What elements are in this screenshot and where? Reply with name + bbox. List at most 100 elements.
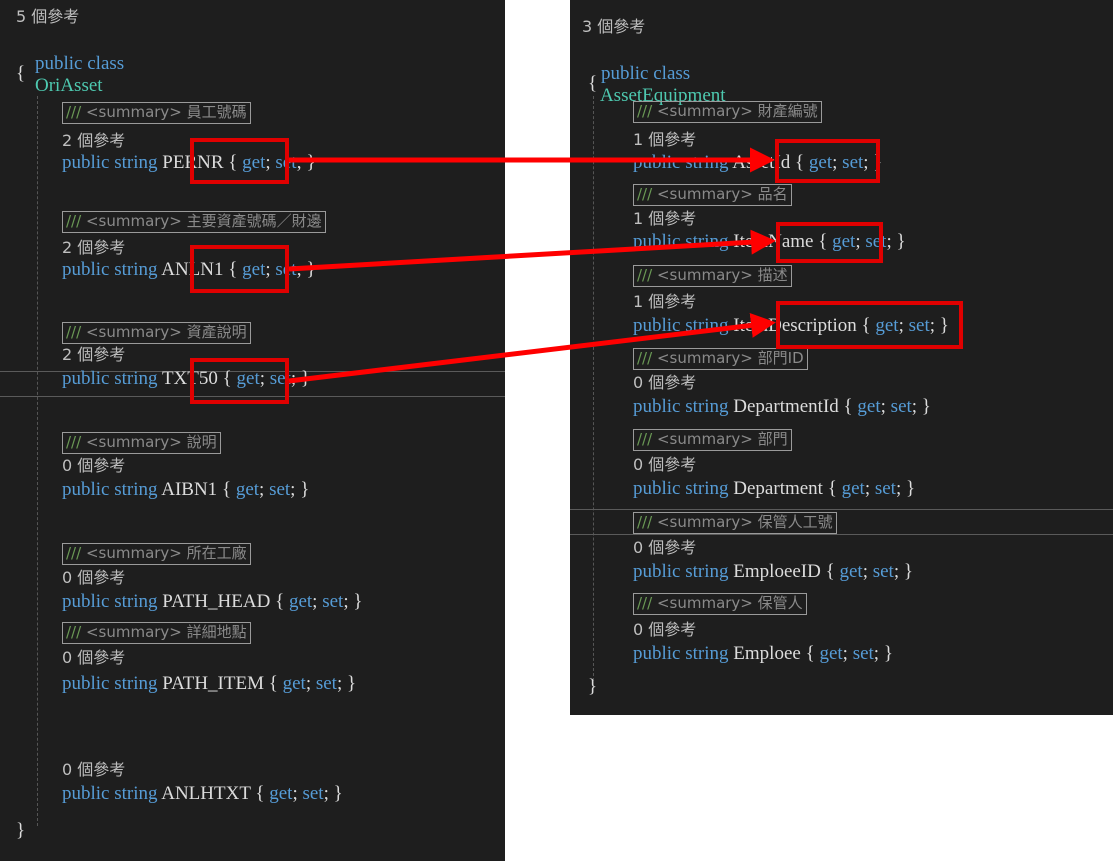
comment-slashes: /// — [637, 266, 653, 284]
reference-count[interactable]: 0 個參考 — [633, 372, 696, 394]
highlight-box-anln1 — [190, 245, 289, 293]
accessor-close: ; } — [290, 368, 311, 389]
get-keyword: get — [839, 561, 863, 582]
set-keyword: set — [269, 479, 291, 500]
summary-comment: /// <summary> 資產說明 — [62, 321, 251, 344]
reference-count[interactable]: 0 個參考 — [62, 567, 125, 589]
summary-tag: <summary> — [85, 323, 182, 341]
summary-text: 保管人 — [757, 594, 803, 612]
xml-doc-comment: /// <summary> 保管人工號 — [633, 512, 837, 534]
property-name[interactable]: Department — [733, 478, 823, 499]
property-name[interactable]: PATH_HEAD — [162, 591, 270, 612]
reference-count[interactable]: 0 個參考 — [62, 455, 125, 477]
property-name[interactable]: DepartmentId — [733, 396, 839, 417]
public-string-keyword: public string — [62, 591, 158, 612]
reference-count[interactable]: 2 個參考 — [62, 130, 125, 152]
comment-slashes: /// — [66, 544, 82, 562]
xml-doc-comment: /// <summary> 品名 — [633, 184, 792, 206]
set-keyword: set — [872, 561, 894, 582]
summary-comment: /// <summary> 描述 — [633, 264, 792, 287]
public-string-keyword: public string — [633, 478, 729, 499]
xml-doc-comment: /// <summary> 財產編號 — [633, 101, 822, 123]
class-name[interactable]: OriAsset — [35, 75, 103, 96]
xml-doc-comment: /// <summary> 部門 — [633, 429, 792, 451]
public-string-keyword: public string — [633, 643, 729, 664]
reference-count[interactable]: 1 個參考 — [633, 208, 696, 230]
reference-count[interactable]: 0 個參考 — [633, 537, 696, 559]
public-string-keyword: public string — [633, 561, 729, 582]
accessor-separator: ; — [842, 643, 853, 664]
class-reference-count[interactable]: 3 個參考 — [582, 16, 645, 38]
get-keyword: get — [819, 643, 843, 664]
accessor-open: { — [275, 591, 289, 612]
accessor-close: ; } — [911, 396, 931, 417]
summary-comment: /// <summary> 保管人工號 — [633, 511, 837, 534]
public-string-keyword: public string — [62, 673, 158, 694]
accessor-separator: ; — [305, 673, 316, 694]
class-declaration: public class AssetEquipment — [582, 41, 726, 106]
get-keyword: get — [288, 591, 313, 612]
summary-text: 財產編號 — [757, 102, 818, 120]
get-keyword: get — [269, 783, 293, 804]
open-brace: { — [16, 63, 26, 84]
reference-count[interactable]: 0 個參考 — [62, 759, 125, 781]
accessor-close: ; } — [895, 478, 916, 499]
right-code-editor: 3 個參考 public class AssetEquipment { /// … — [570, 0, 1113, 715]
accessor-close: ; } — [873, 643, 893, 664]
reference-count[interactable]: 0 個參考 — [633, 619, 696, 641]
reference-count[interactable]: 1 個參考 — [633, 129, 696, 151]
property-name[interactable]: Emploee — [733, 643, 801, 664]
accessor-open: { — [255, 783, 270, 804]
accessor-close: ; } — [296, 259, 316, 280]
xml-doc-comment: /// <summary> 資產說明 — [62, 322, 251, 344]
indent-guide — [37, 96, 38, 826]
reference-count[interactable]: 0 個參考 — [62, 647, 125, 669]
property-declaration: public string DepartmentId { get; set; } — [633, 396, 931, 418]
reference-count[interactable]: 0 個參考 — [633, 454, 696, 476]
get-keyword: get — [841, 478, 865, 499]
summary-comment: /// <summary> 說明 — [62, 431, 221, 454]
close-brace: } — [588, 676, 598, 697]
set-keyword: set — [890, 396, 912, 417]
accessor-open: { — [827, 478, 842, 499]
set-keyword: set — [852, 643, 874, 664]
accessor-close: ; } — [886, 231, 906, 252]
property-name[interactable]: EmploeeID — [733, 561, 821, 582]
summary-tag: <summary> — [85, 103, 182, 121]
summary-tag: <summary> — [85, 433, 182, 451]
accessor-open: { — [825, 561, 840, 582]
property-name[interactable]: AIBN1 — [161, 479, 217, 500]
summary-tag: <summary> — [656, 594, 753, 612]
comment-slashes: /// — [637, 102, 653, 120]
reference-count[interactable]: 1 個參考 — [633, 291, 696, 313]
summary-comment: /// <summary> 詳細地點 — [62, 621, 251, 644]
summary-comment: /// <summary> 所在工廠 — [62, 542, 251, 565]
summary-comment: /// <summary> 部門ID — [633, 347, 808, 370]
xml-doc-comment: /// <summary> 描述 — [633, 265, 792, 287]
reference-count[interactable]: 2 個參考 — [62, 237, 125, 259]
set-keyword: set — [302, 783, 324, 804]
property-declaration: public string AIBN1 { get; set; } — [62, 479, 309, 501]
left-code-editor: 5 個參考 public class OriAsset { /// <summa… — [0, 0, 505, 861]
accessor-separator: ; — [864, 478, 875, 499]
class-reference-count[interactable]: 5 個參考 — [16, 6, 79, 28]
accessor-close: ; } — [290, 479, 310, 500]
comment-slashes: /// — [66, 103, 82, 121]
close-brace: } — [16, 820, 26, 841]
get-keyword: get — [235, 479, 260, 500]
property-name[interactable]: PATH_ITEM — [162, 673, 264, 694]
property-declaration: public string ANLHTXT { get; set; } — [62, 783, 343, 805]
comment-slashes: /// — [637, 594, 653, 612]
comment-slashes: /// — [637, 430, 653, 448]
summary-tag: <summary> — [656, 266, 753, 284]
reference-count[interactable]: 2 個參考 — [62, 344, 125, 366]
public-string-keyword: public string — [62, 479, 158, 500]
public-string-keyword: public string — [62, 783, 158, 804]
comment-slashes: /// — [66, 433, 82, 451]
comment-slashes: /// — [637, 513, 653, 531]
property-name[interactable]: ANLHTXT — [161, 783, 250, 804]
summary-text: 保管人工號 — [757, 513, 833, 531]
summary-tag: <summary> — [85, 544, 182, 562]
summary-comment: /// <summary> 品名 — [633, 183, 792, 206]
get-keyword: get — [857, 396, 881, 417]
